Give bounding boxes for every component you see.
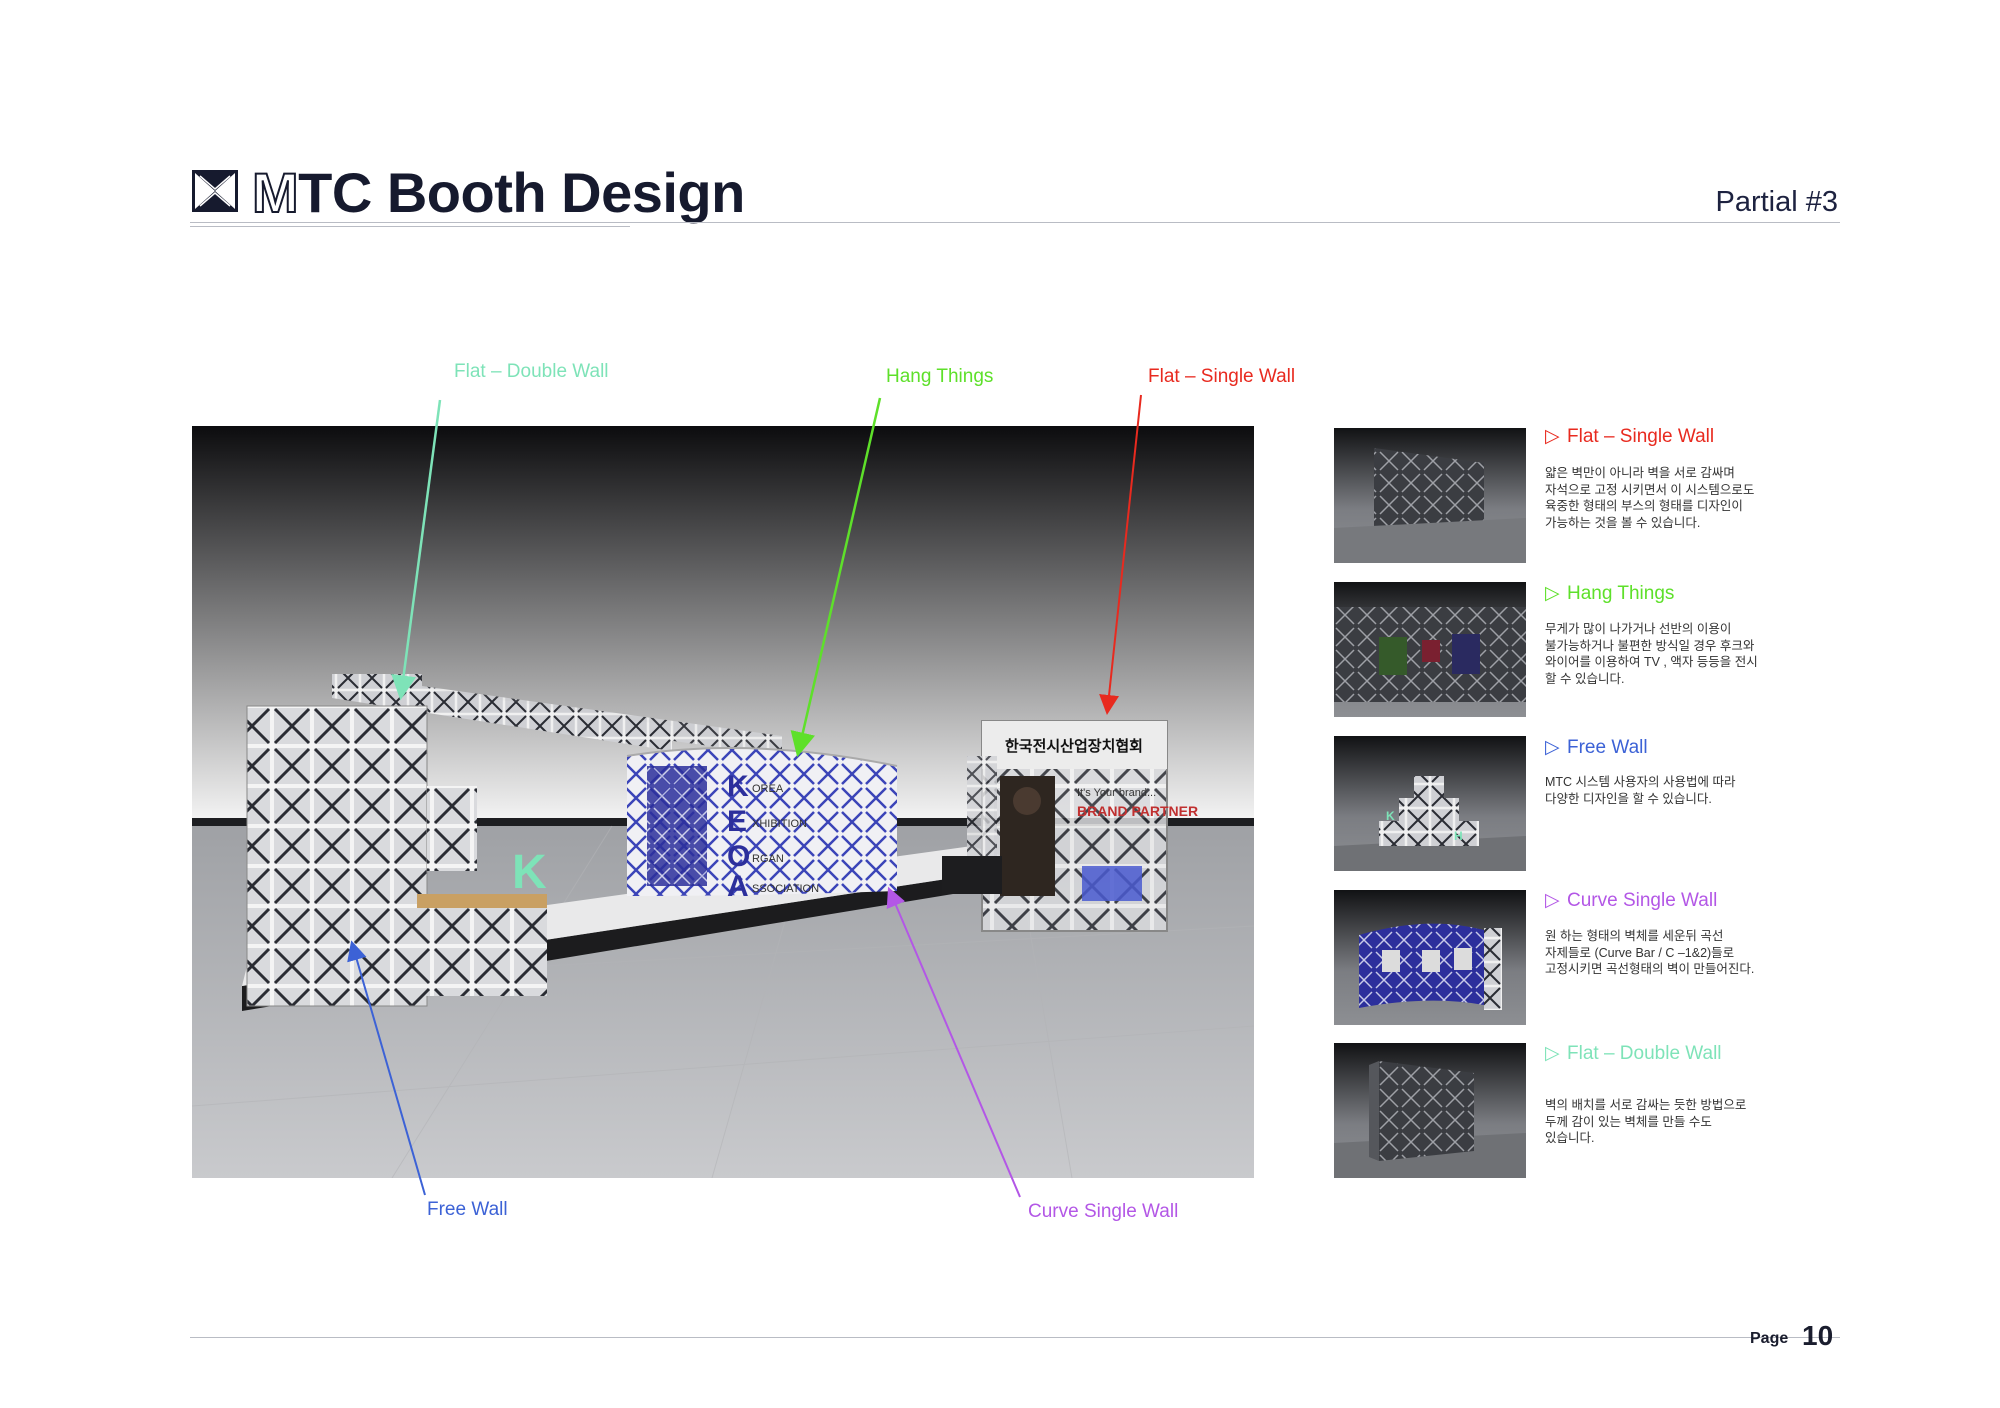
callout-curve-single: Curve Single Wall: [1028, 1201, 1179, 1222]
render-word-3: RGAN: [752, 853, 784, 865]
render-letter-o: O: [727, 840, 750, 873]
render-word-4: SSOCIATION: [752, 883, 819, 895]
page-number: 10: [1802, 1320, 1834, 1351]
side-desc-flat-single: 얇은 벽만이 아니라 벽을 서로 감싸며 자석으로 고정 시키면서 이 시스템으…: [1545, 466, 1755, 530]
thumb-hang-things: [1334, 582, 1526, 717]
thumb-flat-double: [1334, 1043, 1526, 1178]
side-desc-flat-double: 벽의 배치를 서로 감싸는 듯한 방법으로 두께 감이 있는 벽체를 만들 수도…: [1545, 1098, 1747, 1145]
title-mark: M: [251, 160, 300, 225]
callout-free-wall: Free Wall: [427, 1199, 508, 1220]
render-banner-line1: It's Your brand...: [1077, 787, 1156, 799]
svg-text:H: H: [1454, 829, 1463, 843]
mtc-logo-icon: [192, 170, 238, 212]
render-banner-line2: BRAND PARTNER: [1077, 803, 1198, 819]
side-desc-free-wall: MTC 시스템 사용자의 사용법에 따라 다양한 디자인을 할 수 있습니다.: [1545, 775, 1736, 806]
callout-hang-things: Hang Things: [886, 366, 994, 387]
play-triangle-icon: ▷: [1545, 426, 1560, 447]
svg-text:K: K: [512, 846, 547, 899]
page-label: Page: [1750, 1330, 1789, 1347]
play-triangle-icon: ▷: [1545, 583, 1560, 604]
thumb-free-wall: K H: [1334, 736, 1526, 871]
side-head-curve-single: ▷ Curve Single Wall: [1545, 890, 1718, 911]
partial-label: Partial #3: [1715, 186, 1838, 218]
side-head-flat-single: ▷ Flat – Single Wall: [1545, 426, 1715, 447]
svg-text:K: K: [1386, 809, 1395, 823]
render-letter-k: K: [727, 770, 749, 803]
callout-flat-double: Flat – Double Wall: [454, 361, 609, 382]
footer-divider: [190, 1337, 1840, 1338]
callout-flat-single: Flat – Single Wall: [1148, 366, 1296, 387]
thumb-flat-single: [1334, 428, 1526, 563]
header-divider: [190, 222, 1840, 223]
side-desc-hang-things: 무게가 많이 나가거나 선반의 이용이 불가능하거나 불편한 방식일 경우 후크…: [1545, 622, 1758, 686]
side-head-free-wall: ▷ Free Wall: [1545, 737, 1648, 758]
booth-render-image: K K E O A OREA XHIBITION RGAN SSOCIATION…: [192, 426, 1254, 1178]
side-head-flat-double: ▷ Flat – Double Wall: [1545, 1043, 1722, 1064]
render-word-2: XHIBITION: [752, 818, 807, 830]
render-sign: 한국전시산업장치협회: [1005, 737, 1143, 755]
side-head-hang-things: ▷ Hang Things: [1545, 583, 1675, 604]
play-triangle-icon: ▷: [1545, 737, 1560, 758]
header-underline: [190, 226, 630, 227]
thumb-curve-single: [1334, 890, 1526, 1025]
render-letter-a: A: [727, 870, 749, 903]
render-letter-e: E: [727, 805, 747, 838]
play-triangle-icon: ▷: [1545, 890, 1560, 911]
side-desc-curve-single: 원 하는 형태의 벽체를 세운뒤 곡선 자제들로 (Curve Bar / C …: [1545, 929, 1755, 976]
play-triangle-icon: ▷: [1545, 1043, 1560, 1064]
title-text: TC Booth Design: [298, 161, 745, 224]
page-title: MTC Booth Design: [251, 160, 745, 225]
render-word-1: OREA: [752, 783, 784, 795]
